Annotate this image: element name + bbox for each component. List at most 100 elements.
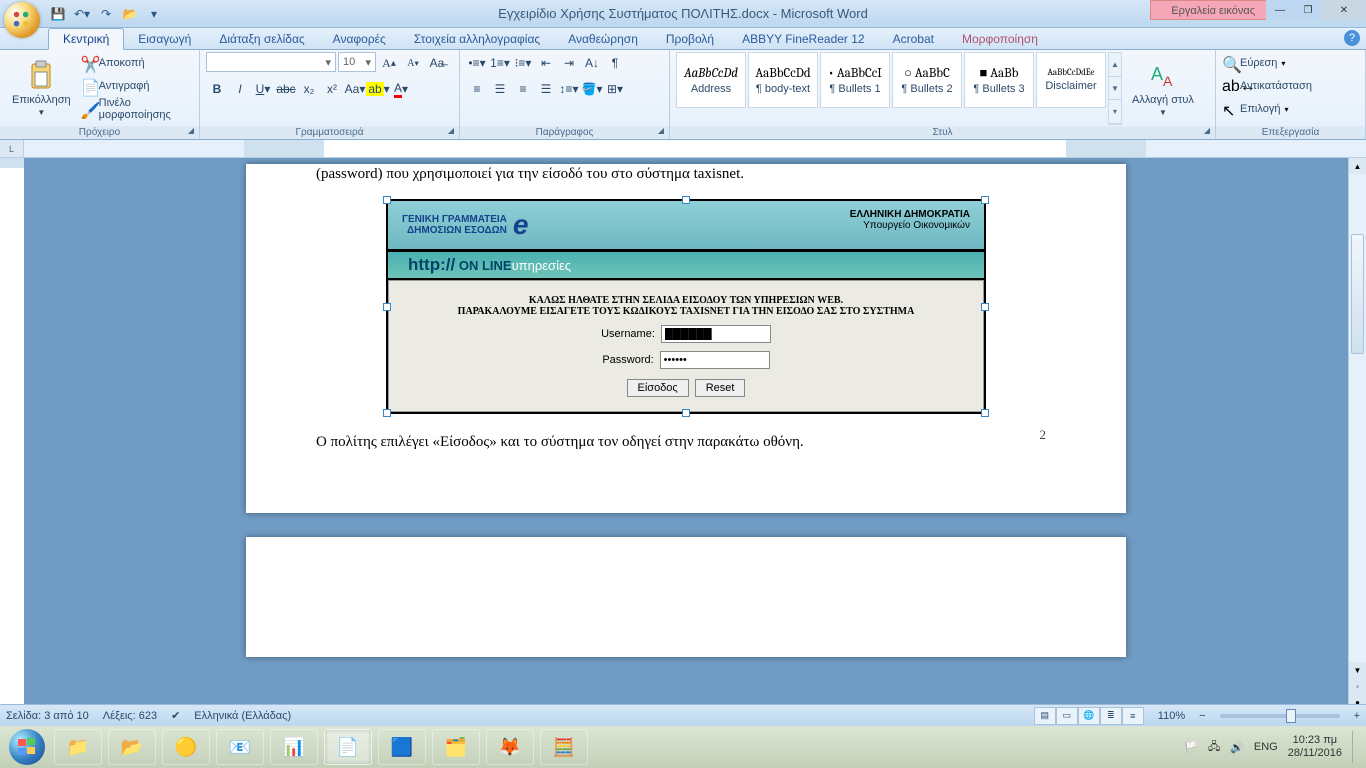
minimize-button[interactable]: — [1266,0,1294,20]
scroll-down-icon[interactable]: ▼ [1349,662,1366,678]
tab-page-layout[interactable]: Διάταξη σελίδας [205,29,318,49]
bullets-button[interactable]: •≡▾ [466,52,488,74]
sort-button[interactable]: A↓ [581,52,603,74]
help-icon[interactable]: ? [1344,30,1360,46]
status-language[interactable]: Ελληνικά (Ελλάδας) [194,710,291,722]
paste-button[interactable]: Επικόλληση ▼ [6,52,77,125]
picture-tools-contextual-tab[interactable]: Εργαλεία εικόνας [1150,0,1276,20]
align-right-button[interactable]: ≡ [512,78,534,100]
style-bullets-1[interactable]: • AaBbCcI¶ Bullets 1 [820,52,890,108]
status-page[interactable]: Σελίδα: 3 από 10 [6,710,89,722]
taskbar-explorer-2[interactable]: 📂 [108,729,156,765]
align-center-button[interactable]: ☰ [489,78,511,100]
font-color-button[interactable]: A▾ [390,78,412,100]
superscript-button[interactable]: x² [321,78,343,100]
highlight-button[interactable]: ab▾ [367,78,389,100]
taskbar-app-2[interactable]: 🗂️ [432,729,480,765]
taskbar-word[interactable]: 📄 [324,729,372,765]
decrease-indent-button[interactable]: ⇤ [535,52,557,74]
style-disclaimer[interactable]: AaBbCcDdEeDisclaimer [1036,52,1106,108]
tab-references[interactable]: Αναφορές [319,29,400,49]
zoom-in-button[interactable]: + [1354,710,1360,722]
align-left-button[interactable]: ≡ [466,78,488,100]
document-area[interactable]: (password) που χρησιμοποιεί για την είσο… [24,158,1348,726]
select-button[interactable]: ↖Επιλογή▾ [1222,98,1359,120]
taskbar-outlook[interactable]: 📧 [216,729,264,765]
change-styles-button[interactable]: AA Αλλαγή στυλ▼ [1126,52,1200,125]
tab-format[interactable]: Μορφοποίηση [948,29,1052,49]
vertical-scrollbar[interactable]: ▲ ▼ ◦ ● ◦ [1348,158,1366,726]
tab-insert[interactable]: Εισαγωγή [124,29,205,49]
zoom-out-button[interactable]: − [1199,710,1205,722]
show-desktop-button[interactable] [1352,731,1360,763]
font-launcher-icon[interactable]: ◢ [445,126,457,138]
tab-home[interactable]: Κεντρική [48,28,124,50]
grow-font-button[interactable]: A▴ [378,52,400,74]
italic-button[interactable]: I [229,78,251,100]
style-bullets-2[interactable]: ○ AaBbC¶ Bullets 2 [892,52,962,108]
qat-customize-icon[interactable]: ▾ [144,4,164,24]
replace-button[interactable]: ab↔Αντικατάσταση [1222,75,1359,97]
taskbar-app-1[interactable]: 🟦 [378,729,426,765]
view-draft-button[interactable]: ≡ [1122,707,1144,725]
paragraph-launcher-icon[interactable]: ◢ [655,126,667,138]
numbering-button[interactable]: 1≡▾ [489,52,511,74]
gallery-more-icon[interactable]: ▾ [1109,100,1121,124]
clear-formatting-button[interactable]: Aa̶ [426,52,448,74]
subscript-button[interactable]: x₂ [298,78,320,100]
tray-language[interactable]: ENG [1254,741,1278,753]
undo-icon[interactable]: ↶▾ [72,4,92,24]
tab-mailings[interactable]: Στοιχεία αλληλογραφίας [400,29,554,49]
view-print-layout-button[interactable]: ▤ [1034,707,1056,725]
status-words[interactable]: Λέξεις: 623 [103,710,157,722]
line-spacing-button[interactable]: ↕≡▾ [558,78,580,100]
gallery-down-icon[interactable]: ▼ [1109,77,1121,101]
save-icon[interactable]: 💾 [48,4,68,24]
scroll-thumb[interactable] [1351,234,1364,354]
view-web-button[interactable]: 🌐 [1078,707,1100,725]
increase-indent-button[interactable]: ⇥ [558,52,580,74]
taskbar-explorer[interactable]: 📁 [54,729,102,765]
borders-button[interactable]: ⊞▾ [604,78,626,100]
clipboard-launcher-icon[interactable]: ◢ [185,126,197,138]
taskbar-firefox[interactable]: 🦊 [486,729,534,765]
view-outline-button[interactable]: ≣ [1100,707,1122,725]
tab-review[interactable]: Αναθεώρηση [554,29,652,49]
tab-acrobat[interactable]: Acrobat [879,29,948,49]
font-family-select[interactable]: ▾ [206,52,336,72]
horizontal-ruler[interactable] [244,140,1146,157]
style-address[interactable]: AaBbCcDdAddress [676,52,746,108]
tab-view[interactable]: Προβολή [652,29,728,49]
tray-flag-icon[interactable]: 🏳️ [1184,741,1198,754]
view-full-screen-button[interactable]: ▭ [1056,707,1078,725]
style-bullets-3[interactable]: ■ AaBb¶ Bullets 3 [964,52,1034,108]
prev-page-icon[interactable]: ◦ [1349,678,1366,694]
taskbar-chrome[interactable]: 🟡 [162,729,210,765]
office-button[interactable] [4,2,40,38]
maximize-button[interactable]: ❐ [1294,0,1322,20]
taskbar-excel[interactable]: 📊 [270,729,318,765]
tray-volume-icon[interactable]: 🔊 [1230,741,1244,754]
zoom-level[interactable]: 110% [1158,710,1185,722]
shrink-font-button[interactable]: A▾ [402,52,424,74]
tray-clock[interactable]: 10:23 πμ28/11/2016 [1288,734,1342,760]
style-body-text[interactable]: AaBbCcDd¶ body-text [748,52,818,108]
tray-network-icon[interactable]: 🖧 [1208,738,1220,757]
vertical-ruler[interactable] [0,158,24,726]
multilevel-button[interactable]: ⁝≡▾ [512,52,534,74]
spellcheck-icon[interactable]: ✔ [171,709,180,722]
start-button[interactable] [6,726,48,768]
redo-icon[interactable]: ↷ [96,4,116,24]
tab-selector[interactable]: L [0,140,24,157]
show-marks-button[interactable]: ¶ [604,52,626,74]
find-button[interactable]: 🔍Εύρεση▾ [1222,52,1359,74]
open-folder-icon[interactable]: 📂 [120,4,140,24]
change-case-button[interactable]: Aa▾ [344,78,366,100]
gallery-up-icon[interactable]: ▲ [1109,53,1121,77]
bold-button[interactable]: B [206,78,228,100]
zoom-slider[interactable] [1220,714,1340,718]
strikethrough-button[interactable]: abc [275,78,297,100]
copy-button[interactable]: 📄Αντιγραφή [81,75,193,97]
styles-gallery[interactable]: AaBbCcDdAddress AaBbCcDd¶ body-text • Aa… [676,52,1122,125]
format-painter-button[interactable]: 🖌️Πινέλο μορφοποίησης [81,98,193,120]
